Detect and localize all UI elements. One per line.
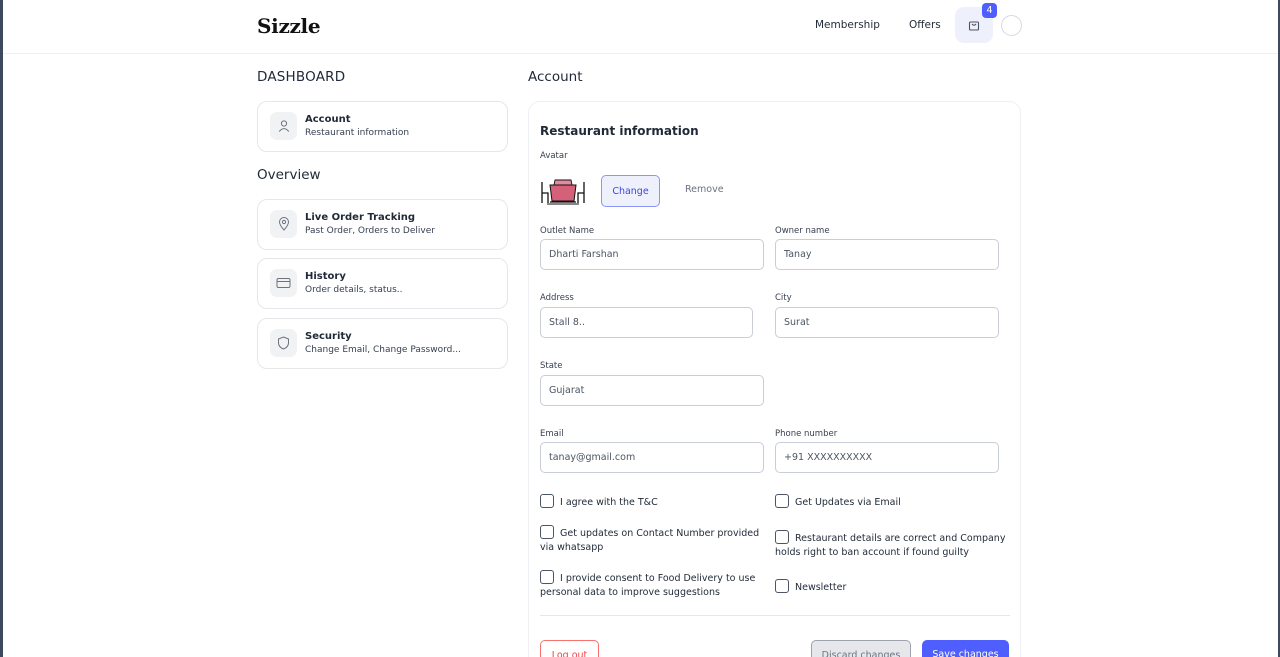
checkbox-box[interactable]: [540, 570, 554, 584]
phone-input[interactable]: +91 XXXXXXXXXX: [775, 442, 999, 473]
sidebar-item-live-order-tracking[interactable]: Live Order Tracking Past Order, Orders t…: [257, 199, 508, 250]
sidebar-item-title: Account: [305, 114, 351, 125]
checkbox-consent-label: I provide consent to Food Delivery to us…: [540, 573, 756, 598]
avatar-label: Avatar: [540, 151, 568, 161]
checkbox-email-updates[interactable]: Get Updates via Email: [775, 494, 1005, 510]
checkbox-consent[interactable]: I provide consent to Food Delivery to us…: [540, 570, 765, 600]
save-changes-button[interactable]: Save changes: [922, 640, 1009, 657]
sidebar-item-subtitle: Restaurant information: [305, 128, 410, 138]
checkbox-box[interactable]: [540, 494, 554, 508]
discard-changes-button[interactable]: Discard changes: [811, 640, 911, 657]
location-pin-icon: [270, 210, 297, 238]
checkbox-tnc[interactable]: I agree with the T&C: [540, 494, 770, 510]
checkbox-box[interactable]: [540, 525, 554, 539]
address-label: Address: [540, 293, 574, 303]
checkbox-whatsapp-label: Get updates on Contact Number provided v…: [540, 528, 760, 553]
cart-count-badge: 4: [982, 3, 997, 18]
remove-avatar-button[interactable]: Remove: [685, 184, 724, 195]
state-label: State: [540, 361, 563, 371]
address-input[interactable]: Stall 8..: [540, 307, 753, 338]
sidebar-item-title: Live Order Tracking: [305, 212, 416, 223]
outlet-name-label: Outlet Name: [540, 226, 595, 236]
checkbox-whatsapp[interactable]: Get updates on Contact Number provided v…: [540, 525, 772, 555]
state-input[interactable]: Gujarat: [540, 375, 764, 406]
phone-label: Phone number: [775, 429, 838, 439]
card-icon: [270, 269, 297, 297]
top-nav-bar: [3, 0, 1278, 54]
checkbox-box[interactable]: [775, 530, 789, 544]
checkbox-newsletter-label: Newsletter: [795, 582, 847, 593]
section-title: Restaurant information: [540, 124, 699, 138]
outlet-name-input[interactable]: Dharti Farshan: [540, 239, 764, 270]
form-divider: [540, 615, 1010, 616]
shield-icon: [270, 329, 297, 357]
shopping-bag-icon: [968, 21, 980, 31]
nav-membership-link[interactable]: Membership: [815, 19, 880, 31]
owner-name-label: Owner name: [775, 226, 830, 236]
sidebar-item-account[interactable]: Account Restaurant information: [257, 101, 508, 152]
user-icon: [270, 112, 297, 140]
sidebar-item-history[interactable]: History Order details, status..: [257, 258, 508, 309]
checkbox-details-correct-label: Restaurant details are correct and Compa…: [775, 533, 1006, 558]
checkbox-details-correct[interactable]: Restaurant details are correct and Compa…: [775, 530, 1007, 560]
checkbox-email-updates-label: Get Updates via Email: [795, 497, 901, 508]
dashboard-heading: DASHBOARD: [257, 69, 346, 85]
checkbox-box[interactable]: [775, 579, 789, 593]
restaurant-avatar-image: [540, 176, 586, 205]
sidebar-item-subtitle: Change Email, Change Password...: [305, 345, 461, 355]
brand-logo[interactable]: Sizzle: [257, 14, 321, 38]
sidebar-item-security[interactable]: Security Change Email, Change Password..…: [257, 318, 508, 369]
change-avatar-button[interactable]: Change: [601, 175, 660, 207]
sidebar-item-subtitle: Past Order, Orders to Deliver: [305, 226, 435, 236]
checkbox-newsletter[interactable]: Newsletter: [775, 579, 1005, 595]
checkbox-tnc-label: I agree with the T&C: [560, 497, 658, 508]
page-title: Account: [528, 69, 583, 85]
sidebar-item-subtitle: Order details, status..: [305, 285, 403, 295]
email-label: Email: [540, 429, 564, 439]
nav-offers-link[interactable]: Offers: [909, 19, 941, 31]
city-input[interactable]: Surat: [775, 307, 999, 338]
owner-name-input[interactable]: Tanay: [775, 239, 999, 270]
sidebar-item-title: Security: [305, 331, 352, 342]
email-input[interactable]: tanay@gmail.com: [540, 442, 764, 473]
city-label: City: [775, 293, 792, 303]
checkbox-box[interactable]: [775, 494, 789, 508]
user-avatar-button[interactable]: [1001, 15, 1022, 36]
overview-heading: Overview: [257, 167, 321, 183]
logout-button[interactable]: Log out: [540, 640, 599, 657]
sidebar-item-title: History: [305, 271, 346, 282]
window-frame-left: [0, 0, 3, 657]
